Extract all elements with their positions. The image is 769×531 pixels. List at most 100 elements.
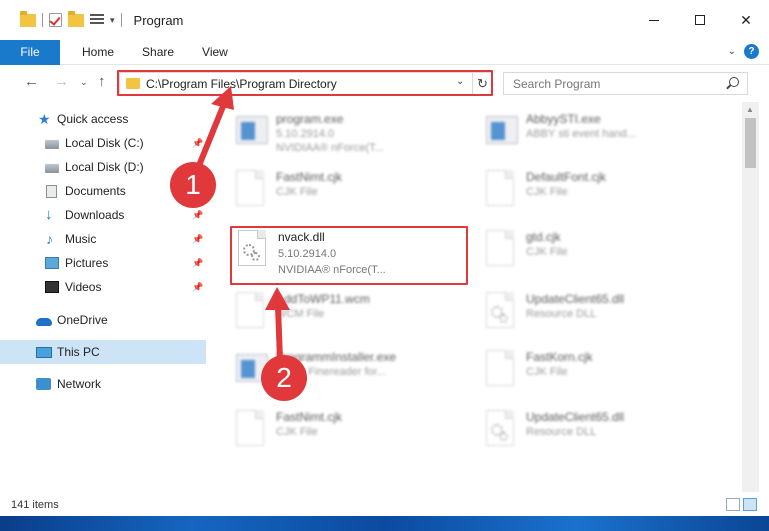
- file-type: WCM File: [276, 308, 325, 320]
- properties-check-icon[interactable]: [49, 13, 62, 27]
- toolbar-divider: [120, 13, 122, 27]
- callout-badge-1: 1: [170, 162, 216, 208]
- file-item[interactable]: AbbyySTI.exe ABBY sti event hand...: [482, 110, 702, 160]
- sidebar-item-downloads[interactable]: ↓ Downloads 📌: [0, 203, 206, 227]
- file-name: UpdateClient65.dll: [526, 292, 625, 306]
- document-file-icon: [232, 290, 266, 332]
- pin-icon[interactable]: 📌: [192, 234, 203, 245]
- new-folder-icon[interactable]: [68, 10, 84, 27]
- pin-icon[interactable]: 📌: [192, 282, 203, 293]
- tab-view[interactable]: View: [188, 45, 242, 59]
- sidebar-item-label: Pictures: [65, 256, 109, 270]
- status-bar: 141 items: [0, 494, 769, 516]
- maximize-button[interactable]: [677, 0, 723, 40]
- file-description: NVIDIAA® nForce(T...: [276, 142, 384, 154]
- exe-file-icon: [232, 110, 268, 152]
- file-description: ABBY sti event hand...: [526, 128, 636, 140]
- tab-home[interactable]: Home: [68, 45, 128, 59]
- window-title: Program: [133, 12, 184, 28]
- close-button[interactable]: ✕: [723, 0, 769, 40]
- forward-arrow-icon[interactable]: →: [54, 73, 69, 90]
- file-name: DefaultFont.cjk: [526, 170, 607, 184]
- file-list: program.exe 5.10.2914.0 NVIDIAA® nForce(…: [206, 102, 742, 492]
- pin-icon[interactable]: 📌: [192, 138, 203, 149]
- download-icon: ↓: [45, 206, 53, 223]
- file-name: program.exe: [276, 112, 344, 126]
- file-name: gtd.cjk: [526, 230, 561, 244]
- exe-file-icon: [482, 110, 518, 152]
- recent-locations-chevron-icon[interactable]: ⌄: [80, 77, 88, 88]
- sidebar-item-network[interactable]: Network: [0, 372, 206, 396]
- document-file-icon: [482, 168, 516, 210]
- network-icon: [36, 378, 51, 390]
- sidebar-item-label: OneDrive: [57, 313, 108, 327]
- view-toggle: [726, 498, 757, 511]
- pin-icon[interactable]: 📌: [192, 258, 203, 269]
- close-icon: ✕: [740, 11, 752, 28]
- vertical-scrollbar[interactable]: ▲: [742, 102, 759, 492]
- file-item[interactable]: UpdateClient65.dll Resource DLL: [482, 290, 702, 340]
- details-view-icon[interactable]: [726, 498, 740, 511]
- file-type: CJK File: [276, 186, 318, 198]
- file-name: FastNimt.cjk: [276, 410, 342, 424]
- dll-file-icon: [482, 408, 516, 450]
- search-icon[interactable]: [729, 77, 739, 87]
- minimize-button[interactable]: [631, 0, 677, 40]
- customize-toolbar-chevron-icon[interactable]: ▾: [110, 15, 115, 26]
- file-type: CJK File: [526, 186, 568, 198]
- sidebar-item-pictures[interactable]: Pictures 📌: [0, 251, 206, 275]
- sidebar-item-label: Local Disk (C:): [65, 136, 144, 150]
- file-name: AbbyySTI.exe: [526, 112, 601, 126]
- file-item[interactable]: gtd.cjk CJK File: [482, 228, 702, 278]
- pin-icon[interactable]: 📌: [192, 210, 203, 221]
- sidebar-item-label: This PC: [57, 345, 100, 359]
- scroll-up-icon[interactable]: ▲: [746, 105, 754, 114]
- quick-access-toolbar: ▾: [20, 0, 122, 40]
- desktop-background: [0, 516, 769, 531]
- window-controls: ✕: [631, 0, 769, 40]
- up-arrow-icon[interactable]: ↑: [98, 73, 106, 90]
- drive-icon: [45, 140, 59, 149]
- file-item[interactable]: FastKorn.cjk CJK File: [482, 348, 702, 398]
- sidebar-item-label: Music: [65, 232, 97, 246]
- sidebar-item-label: Quick access: [57, 112, 129, 126]
- sidebar-item-music[interactable]: ♪ Music 📌: [0, 227, 206, 251]
- file-item[interactable]: AddToWP11.wcm WCM File: [232, 290, 452, 340]
- tab-file[interactable]: File: [0, 39, 60, 65]
- back-arrow-icon[interactable]: ←: [24, 73, 39, 90]
- file-item[interactable]: UpdateClient65.dll Resource DLL: [482, 408, 702, 458]
- computer-icon: [36, 346, 52, 358]
- file-item[interactable]: FastNimt.cjk CJK File: [232, 168, 452, 218]
- file-type: CJK File: [526, 246, 568, 258]
- list-properties-icon[interactable]: [90, 13, 104, 27]
- folder-icon[interactable]: [20, 10, 36, 27]
- item-count: 141 items: [11, 499, 59, 511]
- sidebar-item-local-disk-c[interactable]: Local Disk (C:) 📌: [0, 131, 206, 155]
- document-file-icon: [232, 408, 266, 450]
- sidebar-item-label: Downloads: [65, 208, 125, 222]
- sidebar-item-this-pc[interactable]: This PC: [0, 340, 206, 364]
- document-file-icon: [482, 228, 516, 270]
- help-icon[interactable]: ?: [744, 44, 759, 59]
- scrollbar-thumb[interactable]: [745, 118, 756, 168]
- drive-icon: [45, 164, 59, 173]
- file-item[interactable]: FastNimt.cjk CJK File: [232, 408, 452, 458]
- file-item[interactable]: DefaultFont.cjk CJK File: [482, 168, 702, 218]
- tab-share[interactable]: Share: [128, 45, 188, 59]
- expand-ribbon-chevron-icon[interactable]: ⌄: [728, 46, 736, 57]
- file-name: FastNimt.cjk: [276, 170, 342, 184]
- star-icon: ★: [38, 111, 51, 127]
- sidebar-item-onedrive[interactable]: OneDrive: [0, 308, 206, 332]
- file-item[interactable]: program.exe 5.10.2914.0 NVIDIAA® nForce(…: [232, 110, 452, 160]
- sidebar-item-label: Videos: [65, 280, 102, 294]
- music-icon: ♪: [46, 231, 53, 247]
- pictures-icon: [45, 257, 59, 269]
- maximize-icon: [695, 15, 705, 25]
- sidebar-item-quick-access[interactable]: ★ Quick access: [0, 107, 206, 131]
- sidebar-item-videos[interactable]: Videos 📌: [0, 275, 206, 299]
- dll-file-icon: [482, 290, 516, 332]
- search-box[interactable]: Search Program: [503, 72, 748, 95]
- tiles-view-icon[interactable]: [743, 498, 757, 511]
- search-input[interactable]: Search Program: [513, 77, 600, 91]
- cloud-icon: [36, 318, 52, 326]
